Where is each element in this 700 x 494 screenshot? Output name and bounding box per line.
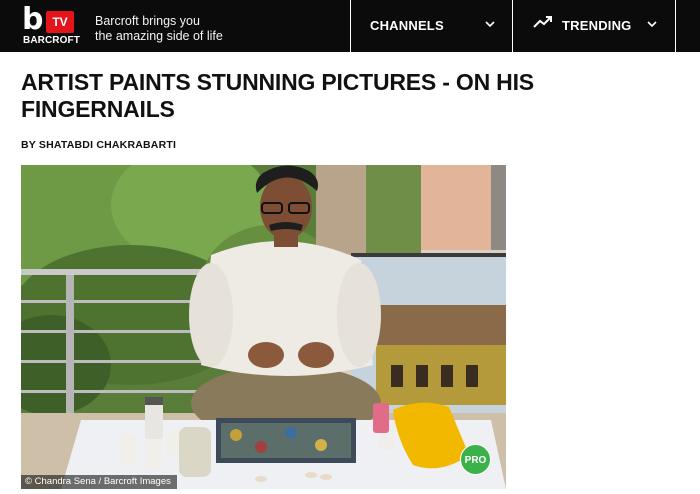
tagline-line-1: Barcroft brings you <box>95 14 200 28</box>
channels-label: CHANNELS <box>370 18 444 33</box>
site-tagline: Barcroft brings you the amazing side of … <box>95 14 245 44</box>
chevron-down-icon <box>647 21 657 28</box>
logo-wordmark: BARCROFT <box>23 35 80 46</box>
tagline-line-2: the amazing side of life <box>95 29 223 43</box>
trending-menu-button[interactable]: TRENDING <box>513 0 675 52</box>
logo-letter: b <box>22 2 44 37</box>
barcroft-tv-logo[interactable]: b TV BARCROFT <box>22 4 80 47</box>
photo-credit: © Chandra Sena / Barcroft Images <box>21 475 177 489</box>
top-navigation-bar: b TV BARCROFT Barcroft brings you the am… <box>0 0 700 52</box>
artist-at-painting-table-image <box>21 165 506 489</box>
nav-divider <box>675 0 676 52</box>
chevron-down-icon <box>485 21 495 28</box>
article-byline: BY SHATABDI CHAKRABARTI <box>21 139 177 151</box>
article-hero-photo[interactable]: © Chandra Sena / Barcroft Images PRO <box>21 165 506 489</box>
logo-tv-badge: TV <box>46 11 74 33</box>
trending-up-icon <box>533 16 552 28</box>
pro-badge[interactable]: PRO <box>460 444 491 475</box>
article-headline: ARTIST PAINTS STUNNING PICTURES - ON HIS… <box>21 69 534 122</box>
trending-label: TRENDING <box>562 18 632 33</box>
channels-menu-button[interactable]: CHANNELS <box>351 0 512 52</box>
